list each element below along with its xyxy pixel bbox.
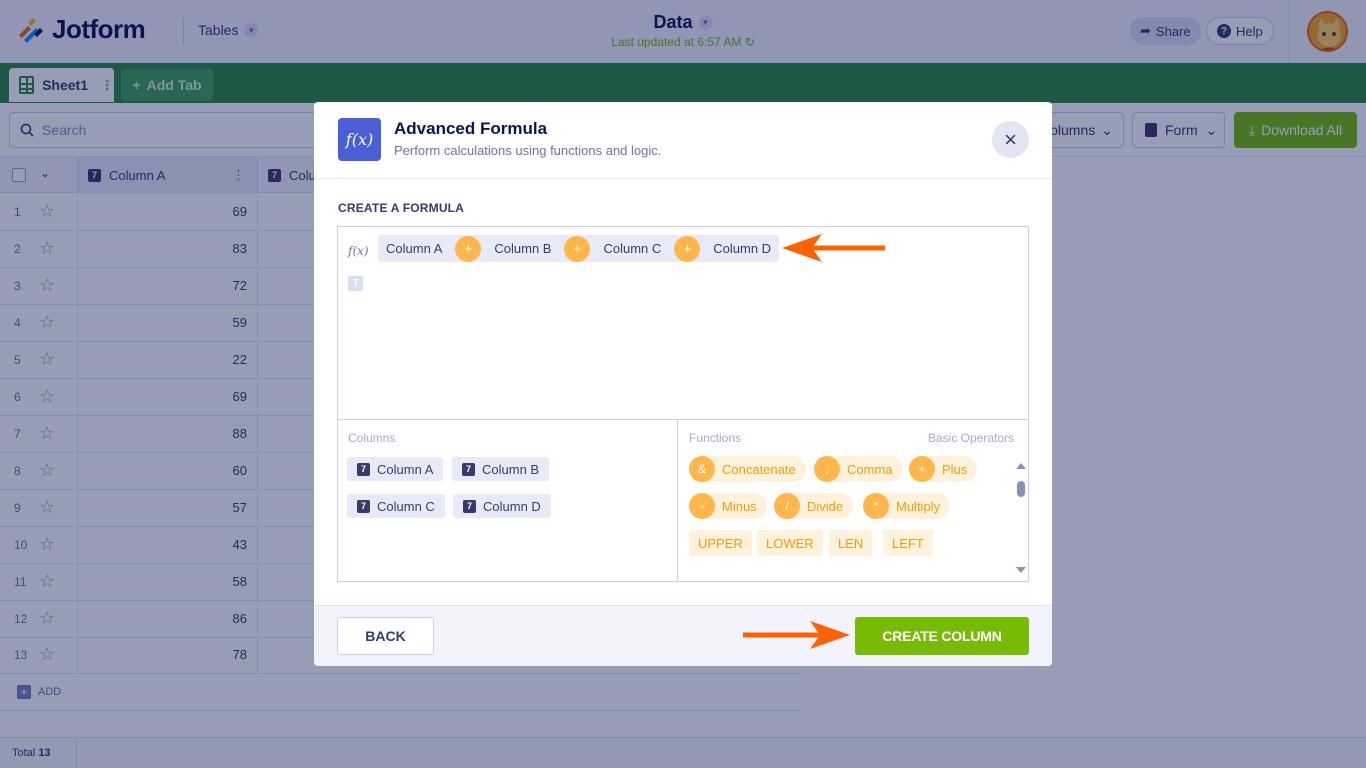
operator-label: Multiply: [896, 498, 941, 514]
scrollbar-thumb[interactable]: [1017, 481, 1025, 497]
operator-chip-plus[interactable]: + Plus: [909, 456, 978, 482]
column-chip-label: Column C: [377, 498, 435, 514]
formula-editor[interactable]: f(x) T Column A + Column B + Column C + …: [337, 226, 1029, 582]
formula-token-column[interactable]: Column D: [713, 241, 771, 256]
operator-label: Comma: [847, 461, 893, 477]
function-chip-lower[interactable]: LOWER: [757, 530, 823, 556]
operator-label: Divide: [807, 498, 844, 514]
operator-label: Concatenate: [722, 461, 796, 477]
operator-chip-comma[interactable]: , Comma: [814, 456, 903, 482]
section-label: CREATE A FORMULA: [338, 201, 465, 215]
operator-symbol: *: [863, 493, 889, 519]
column-chip[interactable]: 7 Column B: [452, 457, 550, 481]
modal-header: [314, 102, 1052, 179]
create-column-button[interactable]: CREATE COLUMN: [855, 617, 1029, 655]
function-chip-upper[interactable]: UPPER: [689, 530, 752, 556]
pane-divider: [338, 419, 1028, 420]
operator-chip-multiply[interactable]: * Multiply: [863, 493, 951, 519]
formula-token-operator[interactable]: +: [564, 235, 591, 262]
operator-symbol: +: [909, 456, 935, 482]
operator-chip-concatenate[interactable]: & Concatenate: [689, 456, 806, 482]
column-chip-label: Column D: [483, 498, 541, 514]
operator-chip-divide[interactable]: / Divide: [774, 493, 854, 519]
function-icon: f(x): [348, 244, 369, 258]
function-icon: f(x): [338, 118, 381, 161]
operator-symbol: ,: [814, 456, 840, 482]
column-chip[interactable]: 7 Column C: [347, 494, 445, 518]
formula-expression[interactable]: Column A + Column B + Column C + Column …: [378, 235, 780, 262]
number-type-icon: 7: [357, 462, 370, 476]
operator-symbol: /: [774, 493, 800, 519]
scroll-up-arrow[interactable]: [1016, 463, 1026, 469]
advanced-formula-modal: f(x) Advanced Formula Perform calculatio…: [314, 102, 1052, 666]
function-chip-left[interactable]: LEFT: [883, 530, 933, 556]
operator-chip-minus[interactable]: - Minus: [689, 493, 767, 519]
formula-token-column[interactable]: Column C: [603, 241, 661, 256]
formula-token-column[interactable]: Column B: [494, 241, 551, 256]
pane-divider: [677, 419, 678, 581]
arrow-annotation: [782, 234, 885, 262]
columns-pane-label: Columns: [348, 431, 396, 445]
operator-symbol: &: [689, 456, 715, 482]
column-chip-label: Column A: [377, 461, 434, 477]
column-chip[interactable]: 7 Column D: [453, 494, 551, 518]
number-type-icon: 7: [462, 462, 475, 476]
column-chip-label: Column B: [482, 461, 540, 477]
arrow-annotation: [743, 621, 850, 649]
formula-token-operator[interactable]: +: [674, 235, 701, 262]
modal-subtitle: Perform calculations using functions and…: [394, 143, 662, 158]
number-type-icon: 7: [357, 499, 370, 513]
operator-label: Minus: [722, 498, 757, 514]
formula-token-column[interactable]: Column A: [386, 241, 442, 256]
functions-pane-label: Functions: [689, 431, 742, 445]
function-chip-len[interactable]: LEN: [829, 530, 873, 556]
column-chip[interactable]: 7 Column A: [347, 457, 444, 481]
number-type-icon: 7: [463, 499, 476, 513]
modal-title: Advanced Formula: [394, 119, 548, 138]
operator-symbol: -: [689, 493, 715, 519]
back-button[interactable]: BACK: [337, 617, 434, 655]
formula-token-operator[interactable]: +: [455, 235, 482, 262]
close-icon[interactable]: ×: [992, 121, 1029, 158]
scroll-down-arrow[interactable]: [1016, 567, 1026, 573]
text-icon[interactable]: T: [348, 276, 363, 291]
operator-label: Plus: [942, 461, 968, 477]
basic-operators-label: Basic Operators: [928, 431, 1015, 445]
